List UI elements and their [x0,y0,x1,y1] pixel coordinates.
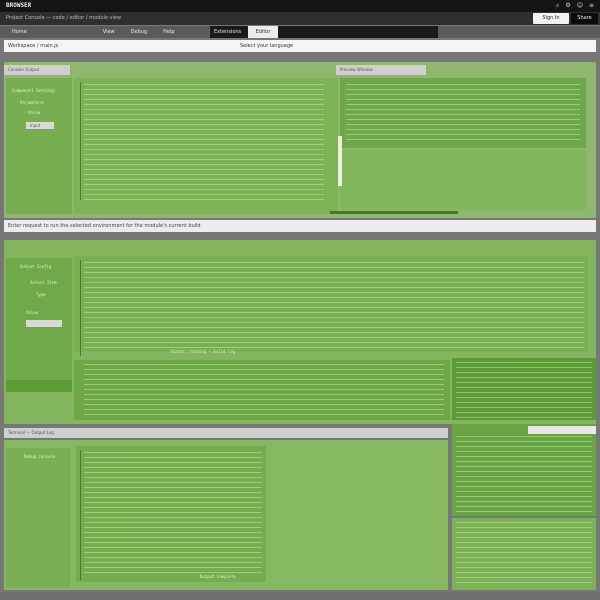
panel1-header-right-label: Preview Window [340,67,373,72]
top-bar: BROWSER ⌕ ⚙ ☺ ≡ [0,0,600,12]
language-select[interactable]: Select your language [240,40,293,52]
scrollbar-1[interactable] [338,136,342,186]
panel1-header-left: Console Output [4,65,70,75]
top-icons: ⌕ ⚙ ☺ ≡ [556,0,594,12]
breadcrumb: Project Console — code / editor / module… [6,15,122,21]
nav-tabs: Home View Debug Help [4,26,183,38]
code-gutter-2 [80,260,81,356]
panel2-side-label-1: Select Item [30,280,57,285]
tab-debug[interactable]: Debug [123,26,155,38]
nav-bar: Home View Debug Help Extensions Editor [0,26,600,38]
panel1-side-label-0: Component Settings [12,88,56,93]
code-lines-3 [84,452,262,576]
run-banner: Enter request to run the selected enviro… [4,220,596,232]
right-lines-1 [456,436,592,512]
panel3-header: Terminal — Output Log [4,428,448,438]
output-lines-2 [84,364,444,416]
code-lines-2 [84,262,584,350]
code-gutter-1 [80,82,81,200]
brand-logo: BROWSER [6,2,32,9]
panel1-header-right: Preview Window [336,65,426,75]
tab-extensions[interactable]: Extensions [210,26,438,38]
panel2-side-input[interactable] [26,320,62,327]
bottom-strip [0,592,600,600]
tab-view[interactable]: View [95,26,123,38]
sign-in-button[interactable]: Sign In [533,13,569,24]
tab-editor[interactable]: Editor [248,26,278,38]
panel3-footer: Output Complete [200,574,237,579]
app-window: BROWSER ⌕ ⚙ ☺ ≡ Project Console — code /… [0,0,600,600]
panel1-sidebar [6,78,72,214]
panel2-footer: Status: running — build log [170,349,236,354]
panel2-side-label-0: Output Config [20,264,52,269]
tab-extensions-label: Extensions [214,29,242,35]
search-icon[interactable]: ⌕ [556,0,559,12]
preview-lines [346,84,580,144]
path-bar: Workspace / main.js Select your language [4,40,596,52]
code-lines-1 [84,84,324,204]
panel1-side-label-1: Parameters [20,100,45,105]
panel3-sidebar [6,448,70,588]
right-lines-2 [456,522,592,586]
preview-lower [340,150,586,210]
code-gutter-3 [80,450,81,580]
user-icon[interactable]: ☺ [577,0,583,12]
share-button[interactable]: Share [571,13,598,24]
panel2-side-bar [6,380,72,392]
panel1-side-input[interactable]: Input [26,122,54,129]
panel2-side-label-3: Value [26,310,39,315]
panel1-side-label-2: Value [28,110,41,115]
tab-help[interactable]: Help [155,26,182,38]
breadcrumb-bar: Project Console — code / editor / module… [0,12,600,25]
inspector-lines [456,362,592,418]
file-path: Workspace / main.js [8,43,59,49]
progress-bar-1 [330,211,458,214]
panel3-header-label: Terminal — Output Log [8,430,54,435]
panel2-side-label-2: Type [36,292,46,297]
menu-icon[interactable]: ≡ [589,0,594,12]
tab-home[interactable]: Home [4,26,35,38]
panel3-side-label: Debug Console [24,454,56,459]
settings-icon[interactable]: ⚙ [565,0,570,12]
panel1-header-left-label: Console Output [8,67,40,72]
right-panel-header [528,426,596,434]
